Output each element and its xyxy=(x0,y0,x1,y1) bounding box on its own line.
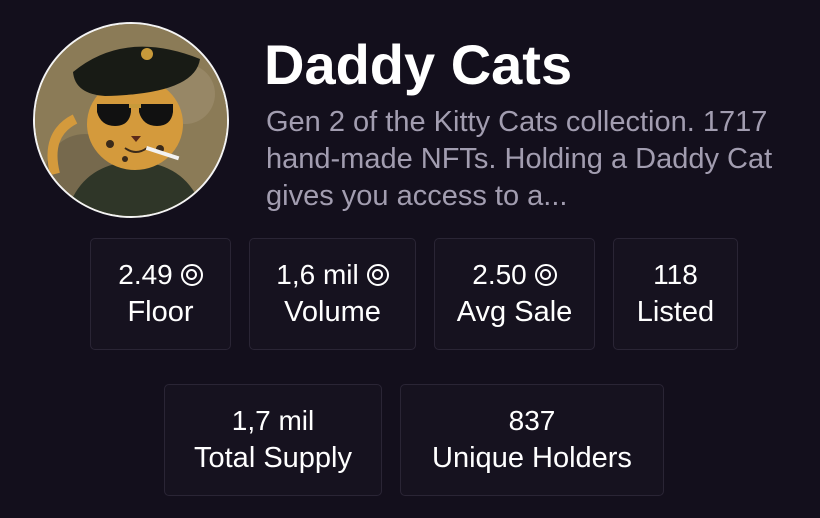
stat-total-supply: 1,7 mil Total Supply xyxy=(164,384,382,496)
stat-value: 2.49 xyxy=(118,257,203,293)
stat-label: Unique Holders xyxy=(432,442,632,474)
sol-coin-icon xyxy=(366,264,389,286)
collection-description: Gen 2 of the Kitty Cats collection. 1717… xyxy=(266,106,773,212)
stat-label: Avg Sale xyxy=(456,296,573,328)
stat-label: Volume xyxy=(284,296,381,328)
stat-value: 2.50 xyxy=(472,257,557,293)
sol-coin-icon xyxy=(534,264,557,286)
stat-label: Total Supply xyxy=(194,442,352,474)
stat-avg-sale: 2.50 Avg Sale xyxy=(434,238,595,350)
sol-coin-icon xyxy=(180,264,203,286)
stat-volume: 1,6 mil Volume xyxy=(249,238,416,350)
collection-avatar xyxy=(33,22,229,218)
stat-label: Listed xyxy=(636,296,715,328)
stat-unique-holders: 837 Unique Holders xyxy=(400,384,664,496)
stat-floor: 2.49 Floor xyxy=(90,238,231,350)
stat-listed: 118 Listed xyxy=(613,238,738,350)
cat-avatar-image xyxy=(35,24,227,216)
stat-value: 837 xyxy=(508,405,556,436)
stat-label: Floor xyxy=(127,296,194,328)
collection-title: Daddy Cats xyxy=(264,33,573,96)
stat-value: 118 xyxy=(653,259,698,290)
collection-header: Daddy Cats Gen 2 of the Kitty Cats colle… xyxy=(0,0,820,518)
stat-value: 1,7 mil xyxy=(231,405,315,436)
stat-value: 1,6 mil xyxy=(276,257,389,293)
